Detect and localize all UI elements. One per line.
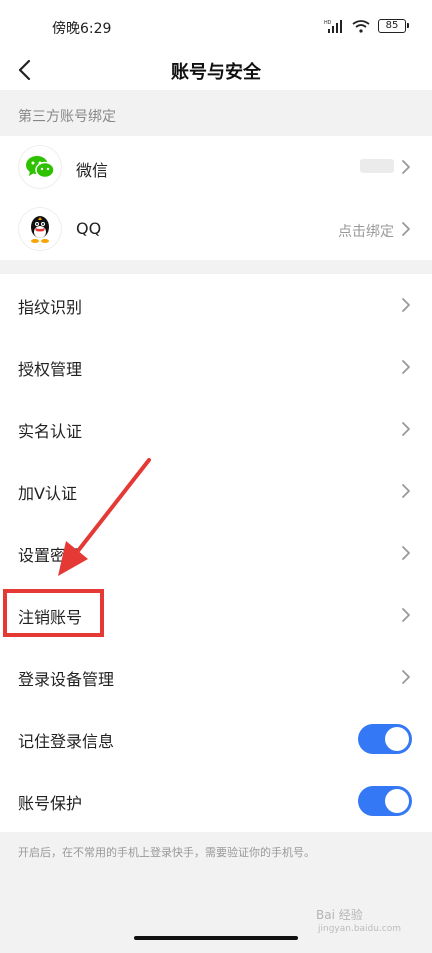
settings-item-v-verify[interactable]: 加V认证 [0, 460, 432, 522]
chevron-right-icon [402, 546, 410, 560]
battery-icon: 85 [378, 19, 409, 33]
toggle-knob [385, 727, 409, 751]
toggle-knob [385, 789, 409, 813]
settings-item-label: 授权管理 [18, 360, 83, 379]
wechat-bound-value [360, 159, 394, 173]
chevron-right-icon [402, 160, 410, 174]
settings-item-label: 加V认证 [18, 484, 77, 503]
settings-item-set-password[interactable]: 设置密码 [0, 522, 432, 584]
bind-row-wechat[interactable]: 微信 [0, 136, 432, 198]
status-icons: HD 85 [324, 18, 409, 34]
wifi-icon [352, 20, 370, 33]
page-title: 账号与安全 [171, 62, 261, 83]
bind-value-qq: 点击绑定 [338, 224, 394, 240]
footer-note: 开启后，在不常用的手机上登录快手，需要验证你的手机号。 [18, 846, 315, 859]
status-time: 傍晚6:29 [52, 21, 112, 37]
settings-item-label: 实名认证 [18, 422, 83, 441]
qq-icon [18, 207, 62, 251]
account-protection-toggle[interactable] [358, 786, 412, 816]
settings-item-account-protection: 账号保护 [0, 770, 432, 832]
nav-bar: 账号与安全 [0, 50, 432, 90]
settings-item-label: 指纹识别 [18, 298, 83, 317]
watermark: Bai 经验 [316, 908, 363, 922]
chevron-right-icon [402, 670, 410, 684]
bind-label-wechat: 微信 [76, 161, 109, 180]
signal-icon: HD [324, 20, 342, 33]
home-indicator[interactable] [134, 936, 298, 940]
settings-item-authorization[interactable]: 授权管理 [0, 336, 432, 398]
chevron-right-icon [402, 222, 410, 236]
settings-item-label: 设置密码 [18, 546, 83, 565]
chevron-right-icon [402, 360, 410, 374]
third-party-group: 微信 QQ 点击绑定 [0, 136, 432, 260]
remember-login-toggle[interactable] [358, 724, 412, 754]
section-label-third-party: 第三方账号绑定 [18, 109, 116, 125]
wechat-icon [18, 145, 62, 189]
settings-item-label: 账号保护 [18, 794, 83, 813]
settings-item-remember-login: 记住登录信息 [0, 708, 432, 770]
settings-list: 指纹识别 授权管理 实名认证 加V认证 设置密码 注销账号 登录设备管理 记住登… [0, 274, 432, 832]
bind-label-qq: QQ [76, 219, 102, 238]
annotation-highlight-box [3, 589, 104, 637]
settings-item-fingerprint[interactable]: 指纹识别 [0, 274, 432, 336]
svg-text:HD: HD [324, 20, 332, 26]
bind-row-qq[interactable]: QQ 点击绑定 [0, 198, 432, 260]
watermark-sub: jingyan.baidu.com [318, 924, 402, 934]
settings-item-label: 记住登录信息 [18, 732, 115, 751]
settings-item-label: 登录设备管理 [18, 670, 115, 689]
settings-item-real-name[interactable]: 实名认证 [0, 398, 432, 460]
chevron-right-icon [402, 298, 410, 312]
settings-item-device-management[interactable]: 登录设备管理 [0, 646, 432, 708]
status-bar: 傍晚6:29 HD 85 [0, 0, 432, 50]
chevron-right-icon [402, 484, 410, 498]
chevron-right-icon [402, 608, 410, 622]
chevron-right-icon [402, 422, 410, 436]
